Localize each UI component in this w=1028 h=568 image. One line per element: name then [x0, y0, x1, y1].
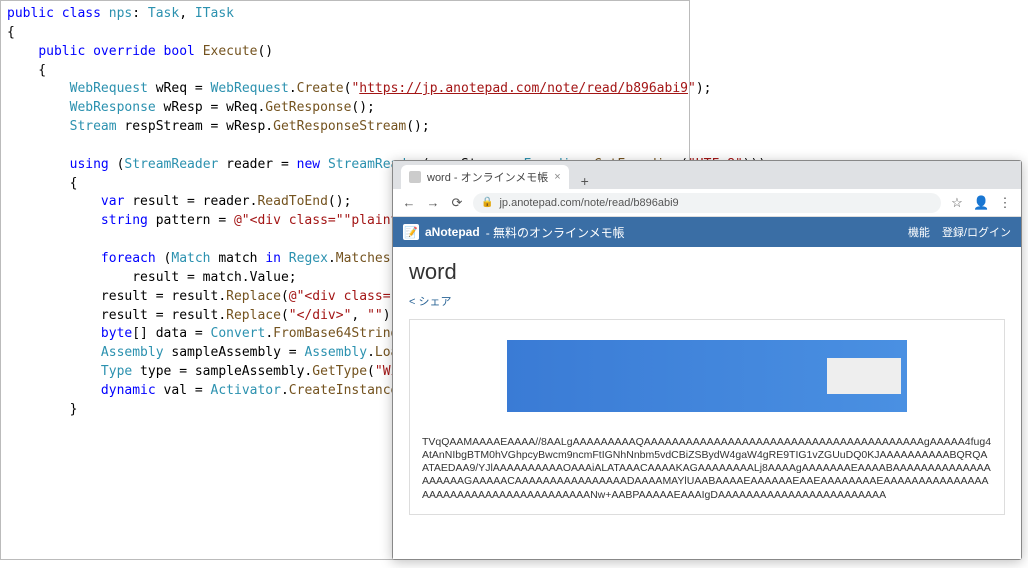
notepad-icon: 📝: [403, 224, 419, 240]
base64-text: TVqQAAMAAAAEAAAA//8AALgAAAAAAAAAQAAAAAAA…: [422, 436, 992, 502]
site-header: 📝 aNotepad - 無料のオンラインメモ帳 機能 登録/ログイン: [393, 217, 1021, 247]
nav-login[interactable]: 登録/ログイン: [942, 224, 1011, 240]
tab-close-icon[interactable]: ×: [554, 171, 560, 183]
site-name: aNotepad: [425, 225, 480, 239]
browser-window: — ▢ ✕ word - オンラインメモ帳 × + ← → ⟳ 🔒 jp.ano…: [392, 160, 1022, 560]
note-body: TVqQAAMAAAAEAAAA//8AALgAAAAAAAAAQAAAAAAA…: [409, 319, 1005, 515]
new-tab-button[interactable]: +: [575, 173, 595, 189]
site-logo[interactable]: 📝 aNotepad - 無料のオンラインメモ帳: [403, 224, 625, 241]
browser-tab[interactable]: word - オンラインメモ帳 ×: [401, 165, 569, 189]
ad-banner[interactable]: [507, 340, 907, 412]
nav-features[interactable]: 機能: [908, 224, 930, 240]
forward-icon[interactable]: →: [425, 195, 441, 210]
url-field[interactable]: 🔒 jp.anotepad.com/note/read/b896abi9: [473, 193, 941, 213]
address-bar: ← → ⟳ 🔒 jp.anotepad.com/note/read/b896ab…: [393, 189, 1021, 217]
ad-image: [827, 358, 901, 394]
star-icon[interactable]: ☆: [949, 195, 965, 211]
reload-icon[interactable]: ⟳: [449, 195, 465, 211]
lock-icon: 🔒: [481, 197, 493, 208]
tab-strip: word - オンラインメモ帳 × +: [393, 161, 1021, 189]
back-icon[interactable]: ←: [401, 195, 417, 210]
tab-title: word - オンラインメモ帳: [427, 169, 548, 185]
page-title: word: [409, 259, 1005, 285]
site-tagline: - 無料のオンラインメモ帳: [486, 224, 625, 241]
favicon-icon: [409, 171, 421, 183]
profile-icon[interactable]: 👤: [973, 195, 989, 211]
url-text: jp.anotepad.com/note/read/b896abi9: [499, 197, 678, 209]
page-content: word < シェア TVqQAAMAAAAEAAAA//8AALgAAAAAA…: [393, 247, 1021, 559]
menu-icon[interactable]: ⋮: [997, 195, 1013, 211]
share-link[interactable]: < シェア: [409, 293, 1005, 309]
